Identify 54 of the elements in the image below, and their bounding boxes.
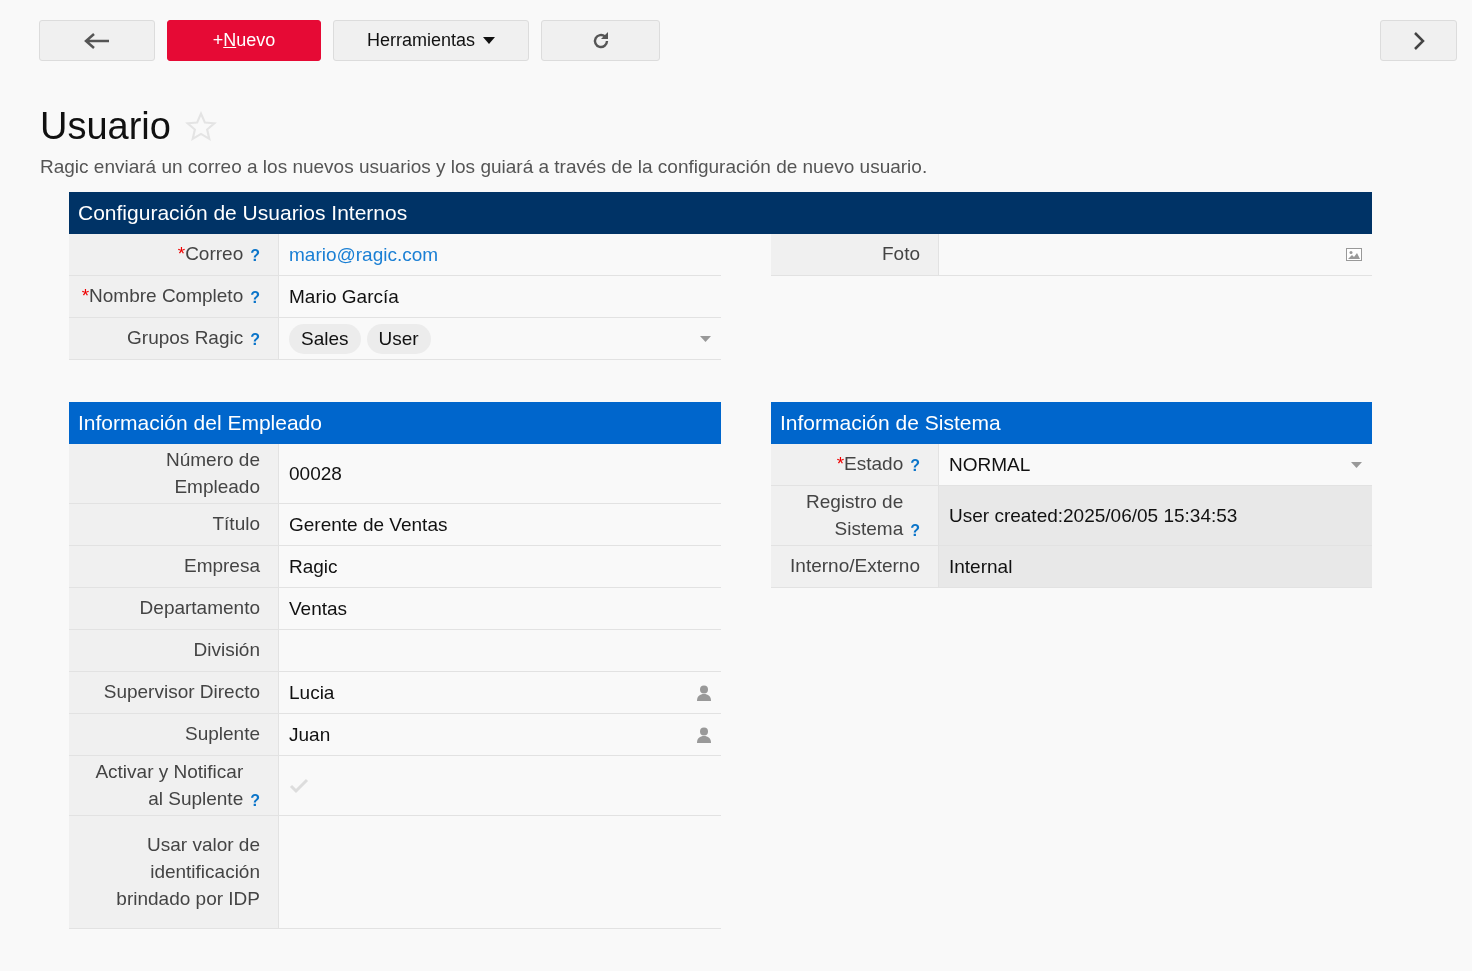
next-button[interactable]: [1380, 20, 1457, 61]
field-value: User created:2025/06/05 15:34:53: [949, 504, 1238, 527]
field-value: Gerente de Ventas: [289, 513, 448, 536]
page-title: Usuario: [40, 105, 171, 148]
help-icon[interactable]: ?: [250, 287, 260, 310]
dropdown-caret-icon[interactable]: [1351, 461, 1362, 468]
field-value: Internal: [949, 555, 1013, 578]
dropdown-caret-icon[interactable]: [700, 335, 711, 342]
field-label: Usar valor de identificación brindado por IDP: [115, 833, 260, 911]
field-value: 00028: [289, 462, 342, 485]
field-label: Título: [212, 512, 260, 537]
image-icon[interactable]: [1346, 248, 1362, 261]
field-label: Activar y Notificar al Suplente: [94, 760, 244, 811]
user-icon[interactable]: [697, 726, 711, 743]
field-label: Grupos Ragic: [127, 326, 244, 351]
field-label: Empresa: [183, 554, 260, 579]
field-label: Registro de Sistema: [805, 490, 904, 541]
field-label: Suplente: [185, 722, 260, 747]
field-label: *Nombre Completo: [81, 284, 244, 309]
field-label: División: [193, 638, 260, 663]
help-icon[interactable]: ?: [250, 245, 260, 268]
field-label: Supervisor Directo: [103, 680, 260, 705]
field-value: Juan: [289, 723, 331, 746]
back-arrow-icon: [84, 32, 110, 49]
help-icon[interactable]: ?: [250, 790, 260, 813]
section-header: Configuración de Usuarios Internos: [69, 192, 1372, 234]
checkmark-icon[interactable]: [289, 777, 309, 794]
field-value: NORMAL: [949, 453, 1031, 476]
help-icon[interactable]: ?: [910, 519, 920, 543]
refresh-button[interactable]: [541, 20, 660, 61]
tools-button[interactable]: Herramientas: [333, 20, 529, 61]
group-tag[interactable]: Sales: [289, 323, 361, 354]
group-tag[interactable]: User: [366, 323, 431, 354]
field-label: Foto: [881, 242, 920, 267]
field-value: Lucia: [289, 681, 335, 704]
field-label: Interno/Externo: [790, 554, 920, 579]
caret-icon: [483, 37, 495, 44]
field-value: Mario García: [289, 285, 399, 308]
field-value: Ventas: [289, 597, 348, 620]
field-value: Ragic: [289, 555, 338, 578]
field-label: *Estado: [836, 452, 904, 477]
field-label: Departamento: [139, 596, 260, 621]
page-description: Ragic enviará un correo a los nuevos usuarios y los guiará a través de la configuración de nuevo usuario.: [40, 156, 929, 178]
help-icon[interactable]: ?: [250, 329, 260, 352]
user-icon[interactable]: [697, 684, 711, 701]
chevron-right-icon: [1412, 30, 1425, 51]
field-label: Número de Empleado: [165, 448, 260, 499]
new-button[interactable]: +Nuevo: [167, 20, 321, 61]
back-button[interactable]: [39, 20, 155, 61]
email-link[interactable]: mario@ragic.com: [289, 243, 439, 266]
section-header: Información de Sistema: [771, 402, 1372, 444]
section-header: Información del Empleado: [69, 402, 721, 444]
help-icon[interactable]: ?: [910, 455, 920, 478]
field-label: *Correo: [177, 242, 244, 267]
